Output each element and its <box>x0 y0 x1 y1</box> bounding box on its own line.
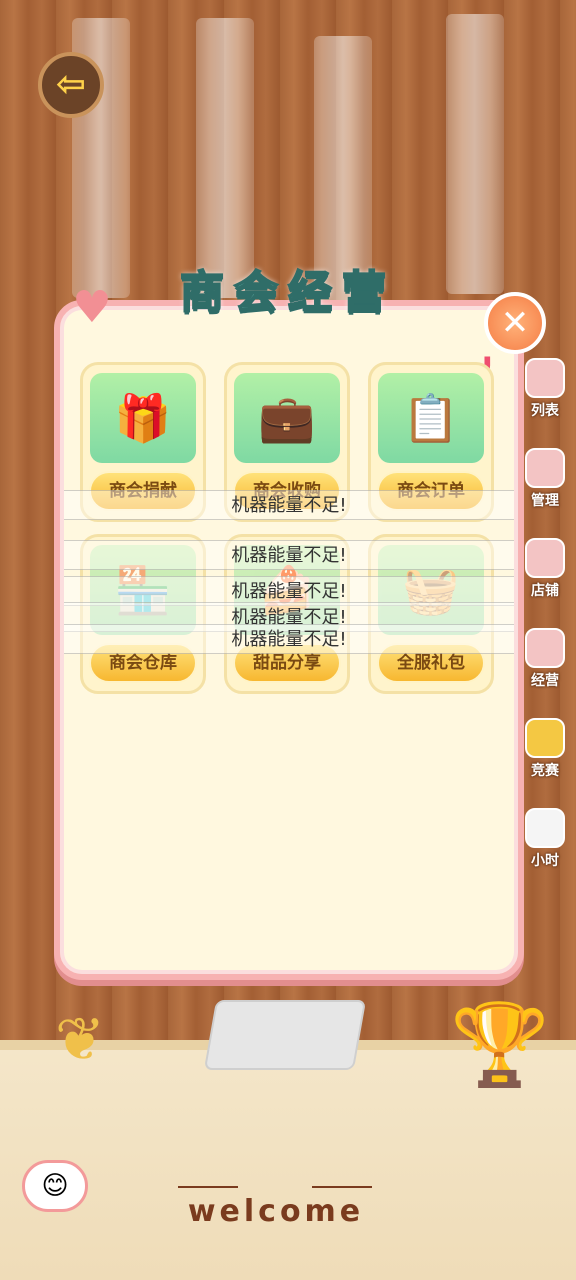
manage-icon <box>525 448 565 488</box>
shop-icon <box>525 538 565 578</box>
toast-message: 机器能量不足! <box>64 624 514 654</box>
toast-message: 机器能量不足! <box>64 490 514 520</box>
side-item-operate[interactable]: 经营 <box>518 628 572 698</box>
treasure-chest-icon: 🎁 <box>90 373 196 463</box>
welcome-sign: welcome <box>187 1194 365 1229</box>
trophy-icon[interactable]: 🏆 <box>450 990 550 1100</box>
side-item-list[interactable]: 列表 <box>518 358 572 428</box>
stand-decoration: ❦ <box>54 1005 106 1075</box>
briefcase-icon: 💼 <box>234 373 340 463</box>
divider <box>178 1186 238 1188</box>
chat-emoji-button[interactable]: 😊 <box>22 1160 88 1212</box>
side-item-hour[interactable]: 小时 <box>518 808 572 878</box>
operate-icon <box>525 628 565 668</box>
side-item-manage[interactable]: 管理 <box>518 448 572 518</box>
cup-icon <box>525 718 565 758</box>
toast-message: 机器能量不足! <box>64 540 514 570</box>
laptop <box>203 1000 367 1070</box>
side-item-contest[interactable]: 竞赛 <box>518 718 572 788</box>
list-icon <box>525 358 565 398</box>
close-button[interactable]: ✕ <box>484 292 546 354</box>
glass-tube <box>446 14 504 294</box>
divider <box>312 1186 372 1188</box>
side-item-shop[interactable]: 店铺 <box>518 538 572 608</box>
cow-icon <box>525 808 565 848</box>
back-button[interactable]: ⇦ <box>38 52 104 118</box>
clipboard-icon: 📋 <box>378 373 484 463</box>
